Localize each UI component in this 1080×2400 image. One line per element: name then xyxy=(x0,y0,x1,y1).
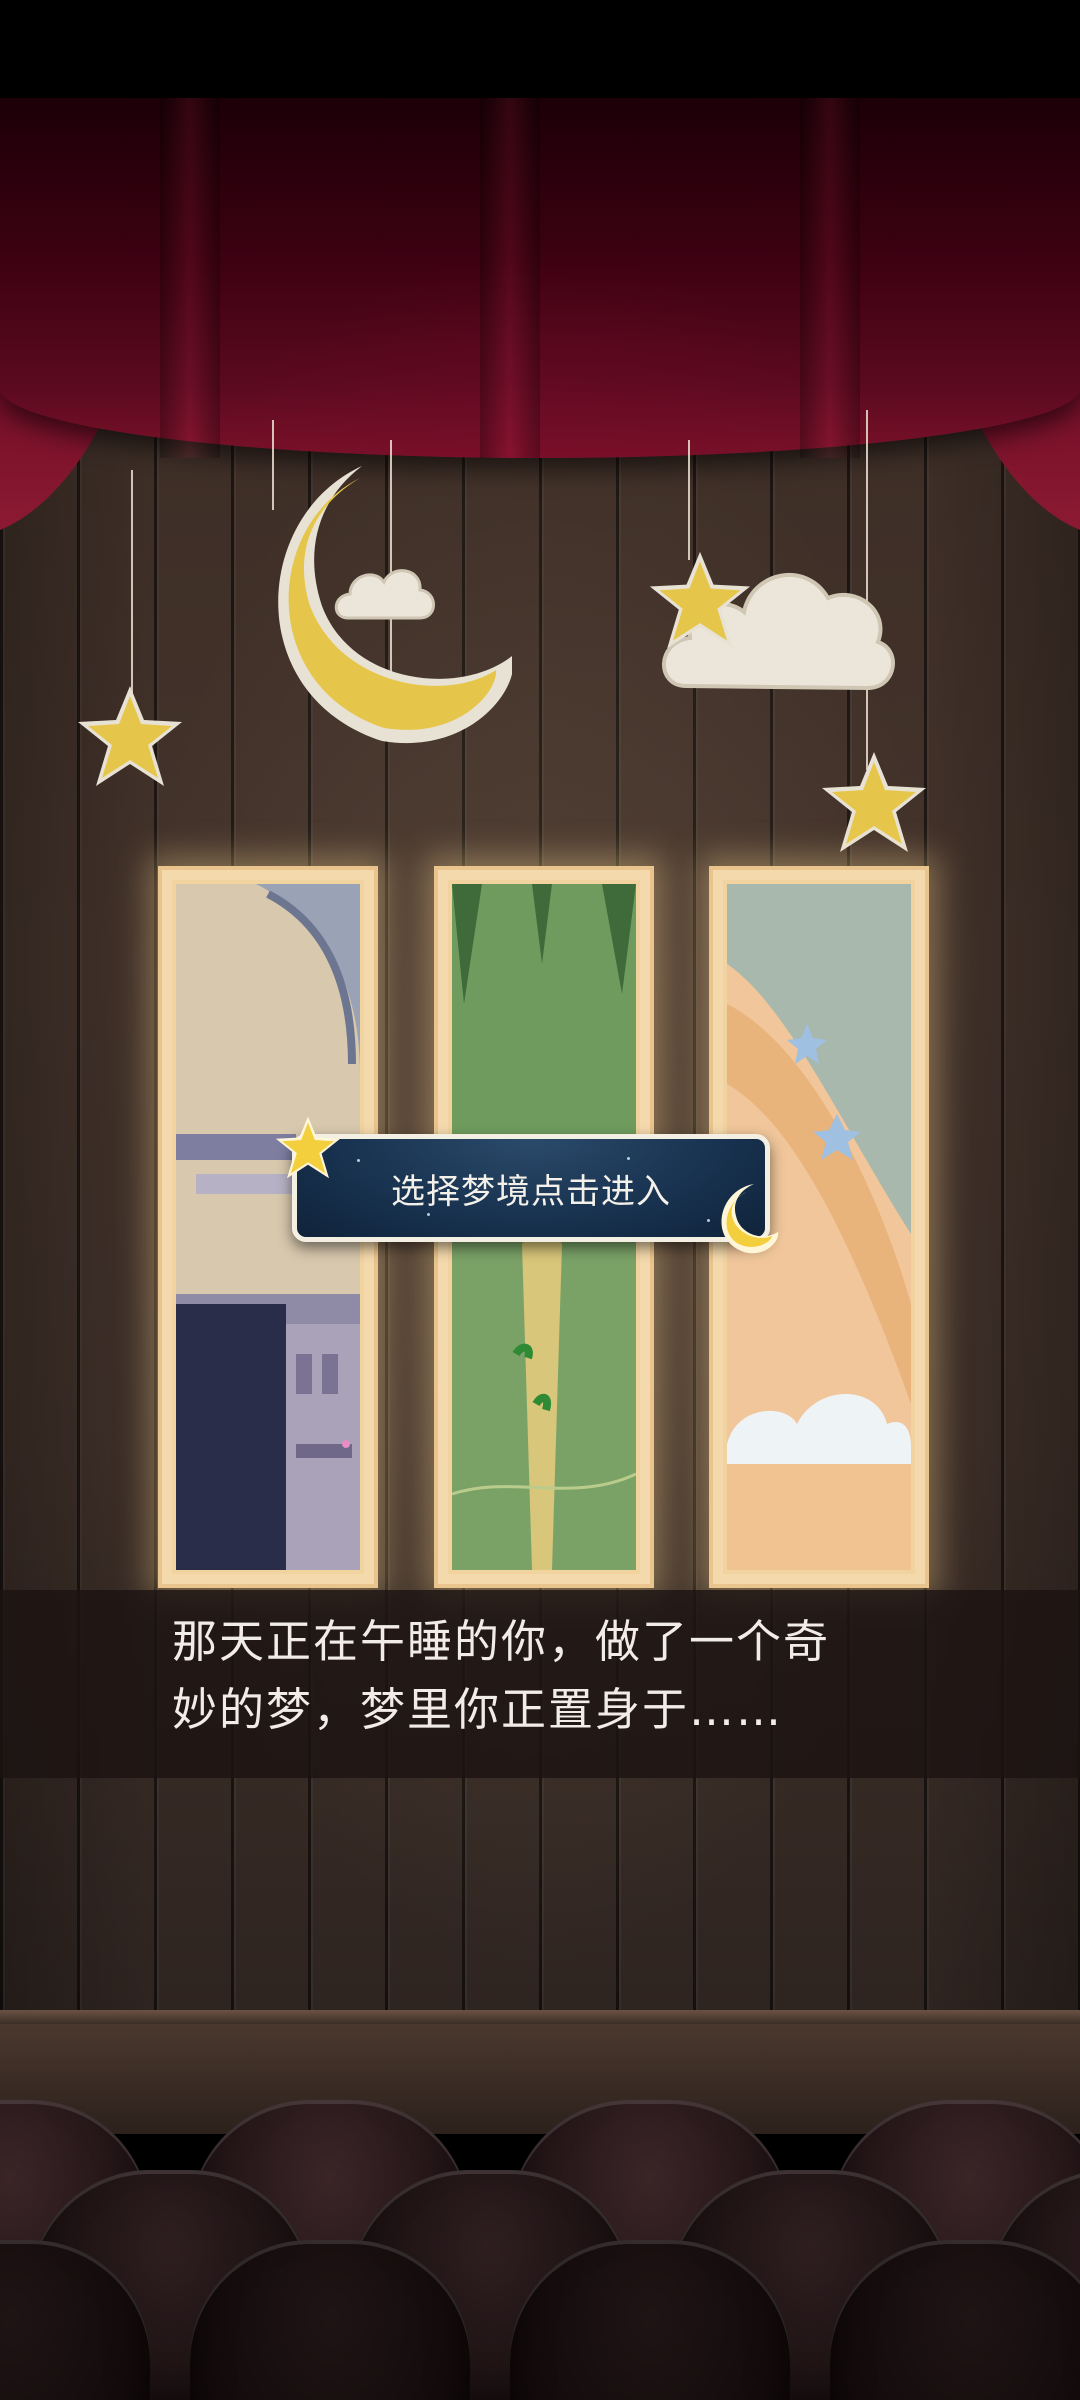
narration-line-1: 那天正在午睡的你，做了一个奇 xyxy=(172,1615,831,1668)
narration-line-2: 妙的梦，梦里你正置身于…… xyxy=(172,1683,784,1736)
dream-select-tooltip: 选择梦境点击进入 xyxy=(292,1134,770,1242)
star-icon xyxy=(816,748,932,858)
star-icon xyxy=(72,682,188,792)
narration-text: 那天正在午睡的你，做了一个奇 妙的梦，梦里你正置身于…… xyxy=(172,1608,932,1744)
hanging-string xyxy=(688,440,690,560)
audience-seats xyxy=(0,2080,1080,2400)
cloud-icon xyxy=(330,556,440,636)
hanging-string xyxy=(131,470,133,700)
curtain-fold xyxy=(480,98,540,458)
star-icon xyxy=(644,548,756,654)
star-icon xyxy=(272,1114,344,1182)
stage-edge xyxy=(0,2010,1080,2024)
moon-icon xyxy=(704,1180,782,1258)
stage-scene: 选择梦境点击进入 那天正在午睡的你，做了一个奇 妙的梦，梦里你正置身于…… xyxy=(0,0,1080,2400)
curtain-fold xyxy=(160,98,220,458)
tooltip-text: 选择梦境点击进入 xyxy=(391,1171,671,1212)
curtain-fold xyxy=(800,98,860,458)
